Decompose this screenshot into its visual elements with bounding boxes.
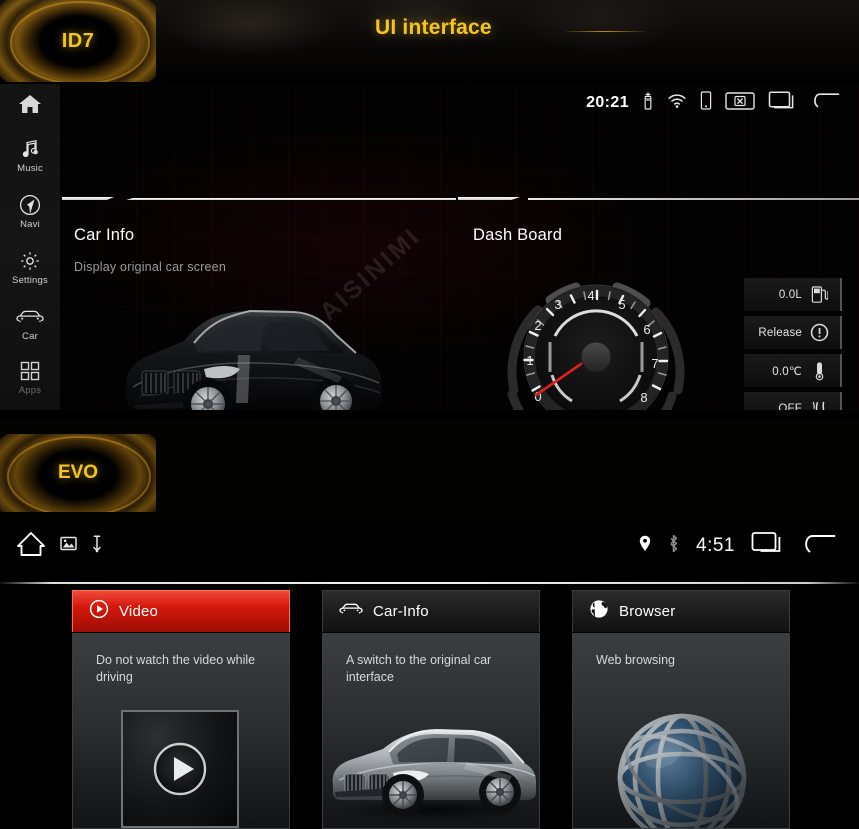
car-front-icon <box>16 305 44 329</box>
fuel-pump-icon <box>810 284 829 305</box>
wifi-icon[interactable] <box>667 93 687 114</box>
card-title: Browser <box>619 603 676 620</box>
statusbar-evo-left <box>16 520 103 572</box>
sidebar-item-label: Navi <box>20 218 40 230</box>
gauge-tick-3: 3 <box>554 297 561 312</box>
back-arrow-icon[interactable] <box>801 531 837 562</box>
statusbar-id7: 20:21 <box>60 84 859 122</box>
tachometer-gauge[interactable]: 0 1 2 3 4 5 6 7 8 <box>490 262 705 410</box>
id7-logo-label: ID7 <box>61 29 95 52</box>
info-row-fuel[interactable]: 0.0L <box>744 278 842 311</box>
sidebar-item-home[interactable] <box>0 88 60 124</box>
card-header[interactable]: Browser <box>572 590 790 632</box>
gauge-tick-1: 1 <box>526 353 533 368</box>
navigation-compass-icon <box>18 193 42 217</box>
statusbar-clock: 4:51 <box>696 535 735 556</box>
thermometer-icon <box>810 360 829 381</box>
gallery-icon[interactable] <box>60 536 77 556</box>
gauge-tick-4: 4 <box>587 288 594 303</box>
sidebar-item-music[interactable]: Music <box>0 128 60 182</box>
info-row-value: 0.0L <box>778 288 802 301</box>
back-arrow-icon[interactable] <box>811 90 841 117</box>
screen-off-icon[interactable] <box>725 91 755 116</box>
car-front-icon <box>339 601 363 622</box>
statusbar-evo-right: 4:51 <box>639 520 837 572</box>
globe-icon <box>589 599 609 624</box>
card-body[interactable]: Web browsing <box>572 633 790 829</box>
dash-info-strip: 0.0L Release 0.0℃ OFF <box>744 278 842 410</box>
seat-heater-icon <box>810 398 829 410</box>
sidebar-item-label: Settings <box>12 274 48 286</box>
banner-underline <box>565 31 645 32</box>
video-thumbnail[interactable] <box>121 710 239 828</box>
app-card-browser[interactable]: Browser Web browsing <box>572 590 790 829</box>
card-description: Do not watch the video while driving <box>96 653 256 684</box>
hu2-header-rule <box>0 582 859 584</box>
info-row-value: Release <box>758 326 802 339</box>
info-row-seat[interactable]: OFF <box>744 392 842 410</box>
card-title: Video <box>119 603 159 620</box>
info-row-temperature[interactable]: 0.0℃ <box>744 354 842 387</box>
bluetooth-icon[interactable] <box>667 534 680 558</box>
home-icon[interactable] <box>16 530 46 563</box>
gauge-tick-2: 2 <box>534 318 541 333</box>
black-bmw-suv-image[interactable] <box>98 279 398 410</box>
screenshot-root: ID7 UI interface AISINIMI Music <box>0 0 859 829</box>
parking-brake-icon <box>810 322 829 343</box>
gauge-tick-6: 6 <box>643 322 650 337</box>
card-title: Car-Info <box>373 603 429 620</box>
head-unit-evo: 4:51 AISINIMI AISINIMI Video Do <box>0 520 859 829</box>
sidebar-item-settings[interactable]: Settings <box>0 240 60 294</box>
evo-logo-label: EVO <box>57 462 99 483</box>
music-note-icon <box>19 137 41 161</box>
card-header[interactable]: Video <box>72 590 290 632</box>
silver-coupe-image[interactable] <box>327 712 539 824</box>
gauge-tick-7: 7 <box>651 356 658 371</box>
usb-icon[interactable] <box>91 534 103 558</box>
gauge-tick-5: 5 <box>618 297 625 312</box>
gear-icon <box>18 249 42 273</box>
head-unit-id7: AISINIMI Music Navi <box>0 84 859 410</box>
statusbar-clock: 20:21 <box>586 94 629 111</box>
home-icon <box>17 92 43 121</box>
card-body[interactable]: Do not watch the video while driving <box>72 633 290 829</box>
location-pin-icon[interactable] <box>639 535 651 557</box>
sidebar-item-navi[interactable]: Navi <box>0 184 60 238</box>
card-body[interactable]: A switch to the original car interface <box>322 633 540 829</box>
sidebar-item-label: Car <box>22 330 38 342</box>
apps-grid-icon <box>19 359 41 383</box>
sidebar-item-label: Apps <box>18 384 42 396</box>
info-row-parking-brake[interactable]: Release <box>744 316 842 349</box>
card-description: A switch to the original car interface <box>346 653 492 684</box>
recent-apps-icon[interactable] <box>768 90 798 117</box>
info-row-value: OFF <box>778 402 802 411</box>
sidebar-item-apps[interactable]: Apps <box>0 350 60 404</box>
sidebar: Music Navi Settings Car Apps <box>0 84 61 410</box>
car-info-title: Car Info <box>74 226 135 244</box>
app-card-car-info[interactable]: Car-Info A switch to the original car in… <box>322 590 540 829</box>
car-info-subtitle: Display original car screen <box>74 260 226 274</box>
app-card-video[interactable]: Video Do not watch the video while drivi… <box>72 590 290 829</box>
phone-icon[interactable] <box>700 91 712 115</box>
sidebar-item-label: Music <box>17 162 43 174</box>
info-row-value: 0.0℃ <box>772 365 802 378</box>
card-header[interactable]: Car-Info <box>322 590 540 632</box>
card-description: Web browsing <box>596 653 675 667</box>
top-banner: ID7 UI interface <box>0 0 859 84</box>
sidebar-item-car[interactable]: Car <box>0 296 60 350</box>
banner-title: UI interface <box>375 16 492 39</box>
gauge-tick-8: 8 <box>640 390 647 405</box>
play-circle-icon <box>89 599 109 624</box>
wireframe-globe-image[interactable] <box>607 702 757 828</box>
evo-banner: EVO AISINIMI <box>0 420 859 520</box>
dash-board-title: Dash Board <box>473 226 563 244</box>
recent-apps-icon[interactable] <box>751 531 785 562</box>
usb-icon[interactable] <box>642 91 654 116</box>
hu1-header-divider <box>60 197 859 202</box>
app-card-list: Video Do not watch the video while drivi… <box>0 590 859 829</box>
